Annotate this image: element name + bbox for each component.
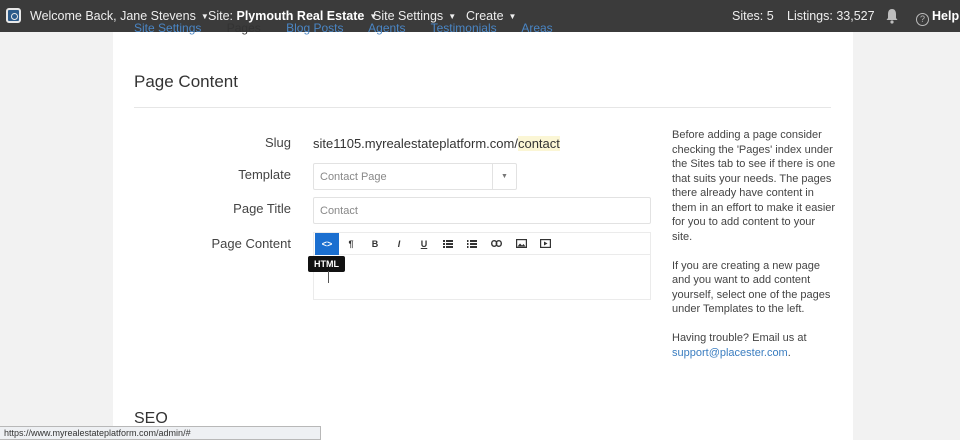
template-label: Template: [238, 167, 291, 182]
help-sidebar: Before adding a page consider checking t…: [672, 128, 837, 375]
subnav-site-settings[interactable]: Site Settings: [134, 21, 201, 35]
help-link[interactable]: ? Help: [916, 9, 959, 26]
page-title-input[interactable]: Contact: [313, 197, 651, 224]
subnav-blog-posts[interactable]: Blog Posts: [286, 21, 343, 35]
section-title: Page Content: [134, 72, 238, 91]
html-tooltip: HTML: [308, 256, 345, 272]
ordered-list-button[interactable]: [463, 235, 481, 253]
underline-button[interactable]: U: [415, 235, 433, 253]
slug-label: Slug: [264, 135, 291, 150]
subnav-pages[interactable]: Pages: [227, 21, 261, 35]
help-paragraph-2: If you are creating a new page and you w…: [672, 259, 831, 316]
slug-value: site1105.myrealestateplatform.com/contac…: [313, 136, 560, 151]
caret-down-icon: ▼: [448, 12, 457, 21]
help-label: Help: [932, 9, 960, 23]
link-button[interactable]: [487, 235, 505, 253]
template-selected-value: Contact Page: [320, 171, 387, 183]
bold-button[interactable]: B: [366, 235, 384, 253]
video-button[interactable]: [536, 235, 554, 253]
section-divider: [134, 107, 831, 108]
subnav-areas[interactable]: Areas: [521, 21, 552, 35]
support-email-link[interactable]: support@placester.com: [672, 347, 788, 359]
help-trouble-end: .: [787, 346, 791, 359]
help-icon: ?: [916, 13, 929, 26]
page-editor-card: Site Settings Pages Blog Posts Agents Te…: [113, 21, 853, 440]
listings-count[interactable]: Listings: 33,527: [787, 9, 875, 23]
rich-text-editor[interactable]: <> ¶ B I U HTML: [308, 232, 651, 300]
page-content-label: Page Content: [211, 236, 291, 251]
notifications-bell-icon[interactable]: [885, 8, 899, 24]
editor-toolbar: <> ¶ B I U HTML: [308, 233, 650, 272]
caret-down-icon: ▼: [508, 12, 517, 21]
link-icon: [490, 239, 502, 247]
slug-editable[interactable]: contact: [517, 136, 560, 151]
chevron-down-icon: ▼: [492, 164, 516, 189]
paragraph-button[interactable]: ¶: [342, 235, 360, 253]
browser-status-bar: https://www.myrealestateplatform.com/adm…: [0, 426, 321, 440]
image-button[interactable]: [512, 235, 530, 253]
sites-count[interactable]: Sites: 5: [732, 9, 774, 23]
bullet-list-icon: [443, 240, 453, 248]
numbered-list-icon: [467, 240, 477, 248]
sub-navigation: Site Settings Pages Blog Posts Agents Te…: [134, 21, 575, 35]
subnav-agents[interactable]: Agents: [368, 21, 405, 35]
app-logo-icon[interactable]: [6, 8, 21, 23]
image-icon: [515, 239, 527, 249]
help-trouble-text: Having trouble? Email us at: [672, 332, 807, 344]
help-paragraph-3: Having trouble? Email us at support@plac…: [672, 331, 837, 360]
unordered-list-button[interactable]: [439, 235, 457, 253]
slug-prefix: site1105.myrealestateplatform.com/: [313, 136, 518, 151]
page-title-label: Page Title: [233, 201, 291, 216]
template-select[interactable]: Contact Page ▼: [313, 163, 517, 190]
video-icon: [539, 239, 551, 249]
html-mode-button[interactable]: <>: [315, 233, 339, 255]
subnav-testimonials[interactable]: Testimonials: [431, 21, 497, 35]
text-cursor: [328, 271, 329, 283]
italic-button[interactable]: I: [390, 235, 408, 253]
help-paragraph-1: Before adding a page consider checking t…: [672, 129, 836, 243]
